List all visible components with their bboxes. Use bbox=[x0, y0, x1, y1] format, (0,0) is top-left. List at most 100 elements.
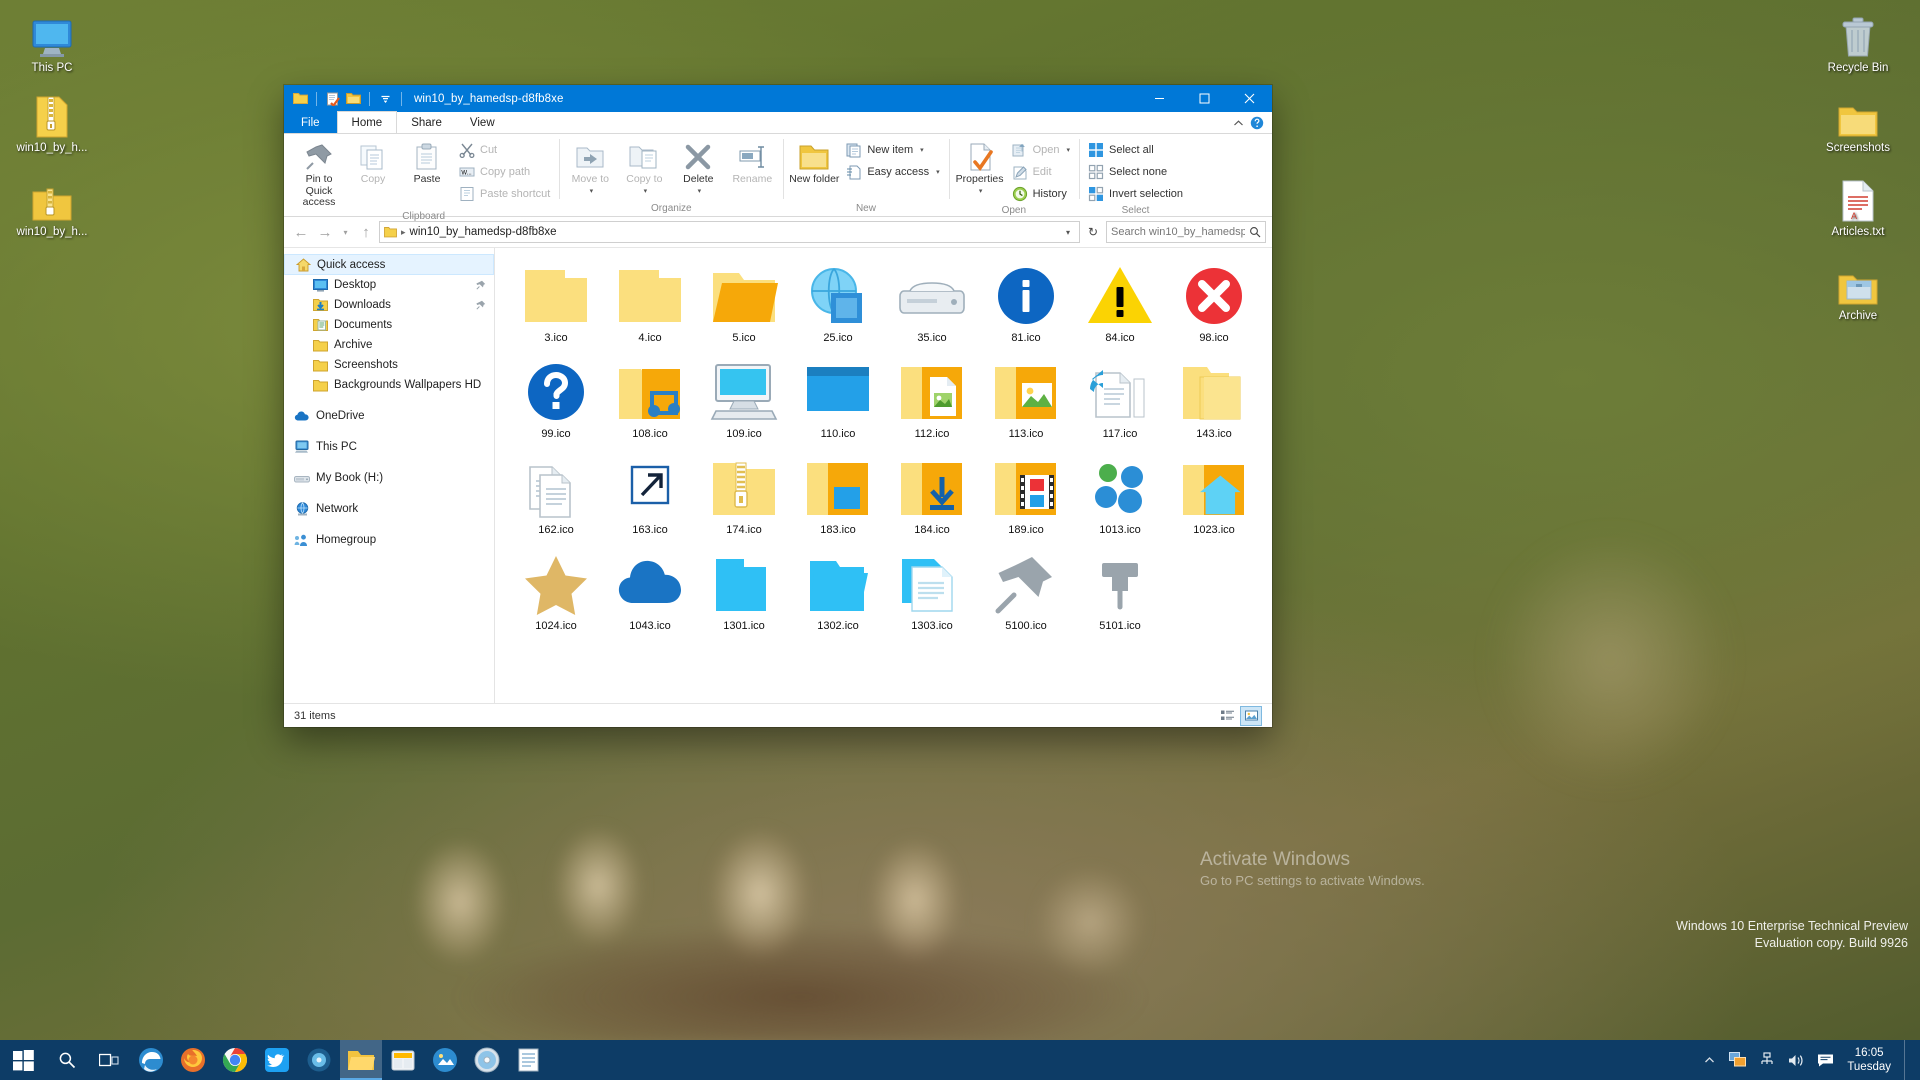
file-item[interactable]: 81.ico bbox=[979, 260, 1073, 356]
help-icon[interactable] bbox=[1250, 116, 1264, 130]
tab-view[interactable]: View bbox=[456, 112, 509, 133]
chevron-up-icon[interactable] bbox=[1233, 119, 1244, 128]
chevron-down-icon[interactable]: ▾ bbox=[1067, 146, 1071, 154]
taskbar-firefox-browser[interactable] bbox=[172, 1040, 214, 1080]
file-item[interactable]: 110.ico bbox=[791, 356, 885, 452]
file-item[interactable]: 5101.ico bbox=[1073, 548, 1167, 644]
desktop[interactable]: This PC win10_by_h... win10_by_h... Recycle… bbox=[0, 0, 1920, 1080]
tab-share[interactable]: Share bbox=[397, 112, 456, 133]
desktop-icon[interactable]: win10_by_h... bbox=[6, 172, 98, 239]
taskbar-photo-viewer[interactable] bbox=[424, 1040, 466, 1080]
tab-file[interactable]: File bbox=[284, 112, 337, 133]
file-item[interactable]: 108.ico bbox=[603, 356, 697, 452]
network-tray-icon[interactable] bbox=[1754, 1040, 1780, 1080]
back-button[interactable]: ← bbox=[290, 221, 312, 243]
volume-icon[interactable] bbox=[1783, 1040, 1809, 1080]
taskbar-chrome-browser[interactable] bbox=[214, 1040, 256, 1080]
desktop-icon[interactable]: win10_by_h... bbox=[6, 88, 98, 155]
notification-icon[interactable] bbox=[1812, 1040, 1838, 1080]
file-item[interactable]: 99.ico bbox=[509, 356, 603, 452]
taskbar[interactable]: 16:05 Tuesday bbox=[0, 1040, 1920, 1080]
taskbar-twitter[interactable] bbox=[256, 1040, 298, 1080]
file-item[interactable]: 1043.ico bbox=[603, 548, 697, 644]
taskbar-disc-tool[interactable] bbox=[466, 1040, 508, 1080]
desktop-icon[interactable]: This PC bbox=[6, 8, 98, 75]
close-button[interactable] bbox=[1227, 85, 1272, 112]
details-view-icon[interactable] bbox=[1216, 706, 1238, 726]
select-all-button[interactable]: Select all bbox=[1084, 140, 1187, 159]
sidebar-item-network[interactable]: Network bbox=[284, 499, 494, 519]
file-item[interactable]: 1024.ico bbox=[509, 548, 603, 644]
file-item[interactable]: 113.ico bbox=[979, 356, 1073, 452]
view-switch-buttons[interactable] bbox=[1216, 705, 1262, 726]
file-item[interactable]: 1023.ico bbox=[1167, 452, 1261, 548]
minimize-button[interactable] bbox=[1137, 85, 1182, 112]
ribbon-tab-strip[interactable]: File Home Share View bbox=[284, 111, 1272, 134]
ribbon-right-controls[interactable] bbox=[1233, 112, 1268, 134]
file-item[interactable]: 84.ico bbox=[1073, 260, 1167, 356]
file-item[interactable]: 3.ico bbox=[509, 260, 603, 356]
file-item[interactable]: 4.ico bbox=[603, 260, 697, 356]
pin-icon[interactable] bbox=[476, 280, 486, 290]
maximize-button[interactable] bbox=[1182, 85, 1227, 112]
desktop-icon[interactable]: A Articles.txt bbox=[1812, 172, 1904, 239]
breadcrumb-path[interactable]: win10_by_hamedsp-d8fb8xe bbox=[410, 226, 557, 238]
sidebar-item-documents[interactable]: Documents bbox=[284, 315, 494, 335]
delete-button[interactable]: Delete ▾ bbox=[672, 138, 724, 197]
taskbar-search-icon[interactable] bbox=[46, 1040, 88, 1080]
tab-home[interactable]: Home bbox=[336, 111, 398, 133]
file-item[interactable]: 1303.ico bbox=[885, 548, 979, 644]
sidebar-item-desktop[interactable]: Desktop bbox=[284, 275, 494, 295]
task-view-icon[interactable] bbox=[88, 1040, 130, 1080]
navigation-pane[interactable]: Quick access Desktop Downloads Documents Arc… bbox=[284, 248, 495, 703]
file-item[interactable]: 1302.ico bbox=[791, 548, 885, 644]
start-button[interactable] bbox=[0, 1040, 46, 1080]
taskbar-media-player[interactable] bbox=[298, 1040, 340, 1080]
forward-button[interactable]: → bbox=[314, 221, 336, 243]
address-dropdown-icon[interactable]: ▾ bbox=[1061, 228, 1075, 237]
taskbar-edge-browser[interactable] bbox=[130, 1040, 172, 1080]
sidebar-item-this-pc[interactable]: This PC bbox=[284, 437, 494, 457]
select-none-button[interactable]: Select none bbox=[1084, 162, 1187, 181]
sidebar-item-my-book-h-[interactable]: My Book (H:) bbox=[284, 468, 494, 488]
window-title-bar[interactable]: win10_by_hamedsp-d8fb8xe bbox=[284, 85, 1272, 112]
file-item[interactable]: 98.ico bbox=[1167, 260, 1261, 356]
sidebar-item-archive[interactable]: Archive bbox=[284, 335, 494, 355]
file-list-pane[interactable]: 3.ico 4.ico 5.ico 25.ico 35.ico 81.ico 84.ico 9… bbox=[495, 248, 1272, 703]
desktop-icon[interactable]: Screenshots bbox=[1812, 88, 1904, 155]
refresh-button[interactable]: ↻ bbox=[1082, 221, 1104, 243]
new-folder-icon[interactable] bbox=[345, 90, 362, 107]
file-item[interactable]: 162.ico bbox=[509, 452, 603, 548]
history-button[interactable]: History bbox=[1008, 184, 1074, 203]
taskbar-file-explorer[interactable] bbox=[340, 1040, 382, 1080]
file-item[interactable]: 117.ico bbox=[1073, 356, 1167, 452]
chevron-down-icon[interactable]: ▾ bbox=[979, 186, 983, 198]
show-desktop-button[interactable] bbox=[1904, 1040, 1912, 1080]
file-item[interactable]: 1013.ico bbox=[1073, 452, 1167, 548]
pin-to-quick-access-button[interactable]: Pin to Quick access bbox=[293, 138, 345, 209]
taskbar-store[interactable] bbox=[382, 1040, 424, 1080]
address-bar[interactable]: ▸ win10_by_hamedsp-d8fb8xe ▾ bbox=[379, 221, 1080, 243]
file-item[interactable]: 174.ico bbox=[697, 452, 791, 548]
desktop-icon[interactable]: Archive bbox=[1812, 256, 1904, 323]
file-explorer-window[interactable]: win10_by_hamedsp-d8fb8xe File Home Share Vi… bbox=[284, 85, 1272, 727]
search-input[interactable]: Search win10_by_hamedsp-d... bbox=[1106, 221, 1266, 243]
file-item[interactable]: 189.ico bbox=[979, 452, 1073, 548]
properties-button[interactable]: Properties ▾ bbox=[954, 138, 1006, 197]
taskbar-clock[interactable]: 16:05 Tuesday bbox=[1841, 1046, 1901, 1074]
ribbon[interactable]: Pin to Quick access Copy Paste Cut W... Copy … bbox=[284, 134, 1272, 222]
file-item[interactable]: 5.ico bbox=[697, 260, 791, 356]
easy-access-button[interactable]: Easy access ▾ bbox=[842, 162, 943, 181]
file-item[interactable]: 35.ico bbox=[885, 260, 979, 356]
file-item[interactable]: 183.ico bbox=[791, 452, 885, 548]
invert-selection-button[interactable]: Invert selection bbox=[1084, 184, 1187, 203]
sidebar-item-quick-access[interactable]: Quick access bbox=[284, 254, 494, 275]
file-item[interactable]: 184.ico bbox=[885, 452, 979, 548]
window-controls[interactable] bbox=[1137, 85, 1272, 112]
up-button[interactable]: ↑ bbox=[355, 221, 377, 243]
recent-locations-button[interactable]: ▾ bbox=[338, 221, 353, 243]
chevron-down-icon[interactable]: ▾ bbox=[644, 186, 648, 198]
search-icon[interactable] bbox=[1249, 226, 1261, 238]
new-item-button[interactable]: New item ▾ bbox=[842, 140, 943, 159]
quick-access-toolbar[interactable] bbox=[292, 90, 405, 107]
